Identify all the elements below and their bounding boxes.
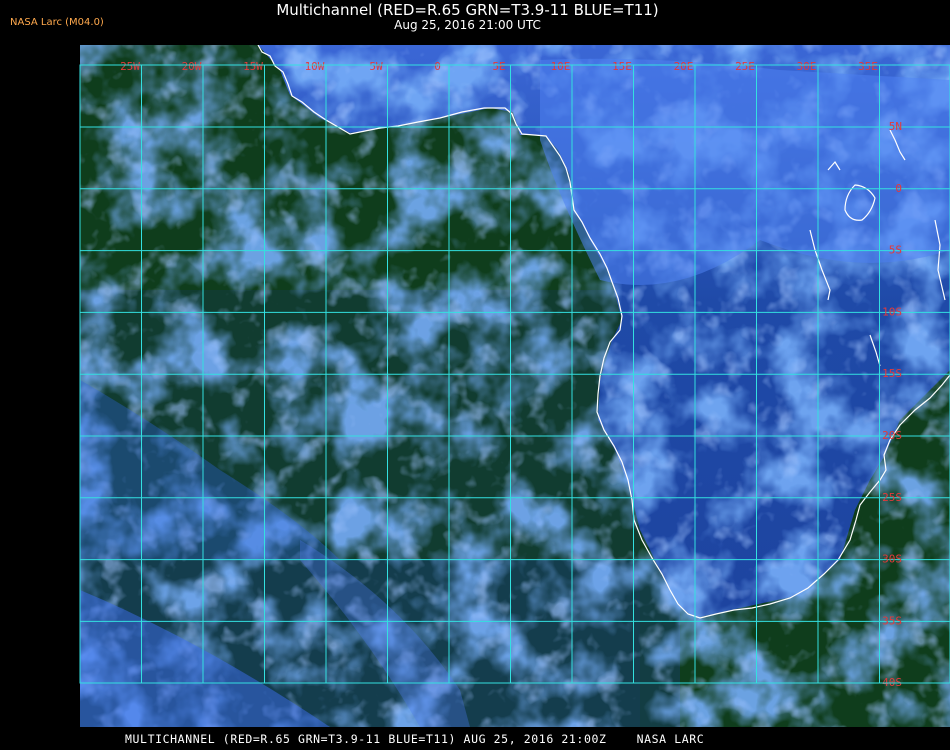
lon-label: 20W bbox=[182, 60, 202, 73]
lon-label: 5W bbox=[369, 60, 383, 73]
lat-label: 10S bbox=[882, 305, 902, 318]
lat-label: 35S bbox=[882, 614, 902, 627]
lon-label: 15E bbox=[612, 60, 632, 73]
lon-label: 5E bbox=[492, 60, 505, 73]
lat-label: 15S bbox=[882, 367, 902, 380]
footer-caption: MULTICHANNEL (RED=R.65 GRN=T3.9-11 BLUE=… bbox=[0, 728, 950, 750]
lon-label: 25E bbox=[735, 60, 755, 73]
lon-label: 15W bbox=[243, 60, 263, 73]
lon-label: 10E bbox=[551, 60, 571, 73]
lat-label: 0 bbox=[895, 182, 902, 195]
lon-label: 30E bbox=[797, 60, 817, 73]
lat-label: 5N bbox=[889, 120, 902, 133]
lon-label: 25W bbox=[120, 60, 140, 73]
lat-label: 20S bbox=[882, 429, 902, 442]
lat-label: 5S bbox=[889, 244, 902, 257]
satellite-map: 25W 20W 15W 10W 5W 0 5E 10E 15E 20E 25E 30E 35E 5N 0 5S… bbox=[79, 45, 950, 727]
lon-label: 20E bbox=[674, 60, 694, 73]
lon-label: 0 bbox=[434, 60, 441, 73]
lon-label: 10W bbox=[305, 60, 325, 73]
lat-label: 30S bbox=[882, 553, 902, 566]
lon-label: 35E bbox=[858, 60, 878, 73]
lat-label: 25S bbox=[882, 491, 902, 504]
